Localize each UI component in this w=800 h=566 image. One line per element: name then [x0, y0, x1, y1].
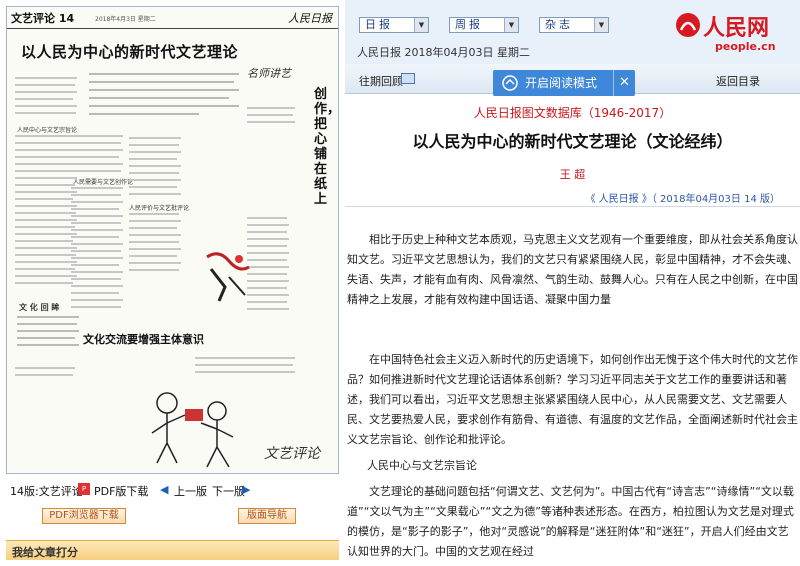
article-source: 《 人民日报 》（ 2018年04月03日 14 版） [585, 194, 780, 205]
history-dropdown-icon[interactable] [401, 73, 415, 84]
pdf-icon: P [78, 483, 90, 495]
page-label[interactable]: 14版:文艺评论 [10, 483, 83, 499]
article-body: 相比于历史上种种文艺本质观，马克思主义文艺观有一个重要维度，即从社会关系角度认知… [345, 230, 800, 566]
rating-label: 我给文章打分 [12, 546, 78, 559]
paper-illustration-icon [206, 252, 250, 302]
chevron-down-icon: ▼ [594, 18, 608, 32]
paper-date: 2018年4月3日 星期二 [95, 16, 156, 23]
people-logo[interactable]: 人民网 people.cn [675, 10, 795, 54]
dateline: 人民日报 2018年04月03日 星期二 [357, 46, 530, 59]
article-section-heading: 人民中心与文艺宗旨论 [367, 459, 477, 472]
history-label[interactable]: 往期回顾 [359, 73, 403, 89]
prev-arrow-icon: ◀ [160, 483, 169, 496]
article-paragraph: 相比于历史上种种文艺本质观，马克思主义文艺观有一个重要维度，即从社会关系角度认知… [347, 233, 798, 306]
paper-logo: 人民日报 [288, 12, 332, 25]
article-panel: 日报 ▼ 周报 ▼ 杂志 ▼ 人民日报 2018年04月03日 星期二 人民网 peo… [345, 0, 800, 566]
back-to-directory-link[interactable]: 返回目录 [716, 73, 760, 89]
button-row: PDF浏览器下载 版面导航 [6, 508, 339, 528]
paper-column-logo: 名师讲艺 [247, 67, 291, 80]
close-icon[interactable]: ✕ [613, 70, 635, 96]
pdf-download-link[interactable]: PDF版下载 [94, 483, 148, 499]
paper-cartoon-icon [151, 392, 234, 468]
article-title: 以人民为中心的新时代文艺理论（文论经纬） [412, 132, 733, 151]
article-author: 王 超 [559, 168, 586, 181]
paper-box: 文 化 回 眸 [17, 302, 87, 362]
paper-headline[interactable]: 以人民为中心的新时代文艺理论 [21, 41, 238, 62]
prev-page-link[interactable]: 上一版 [174, 483, 207, 499]
article-paragraph: 文艺理论的基础问题包括“何谓文艺、文艺何为”。中国古代有“诗言志”“诗缘情”“文… [347, 485, 794, 558]
sub-bar: 往期回顾 开启阅读模式 ✕ 返回目录 [345, 64, 800, 96]
next-page-link[interactable]: 下一版 [212, 483, 245, 499]
chevron-down-icon: ▼ [414, 18, 428, 32]
magazine-select[interactable]: 杂志 ▼ [539, 17, 609, 33]
read-mode-icon [502, 75, 518, 91]
weekly-select[interactable]: 周报 ▼ [449, 17, 519, 33]
chevron-down-icon: ▼ [504, 18, 518, 32]
paper-header: 文艺评论 14 2018年4月3日 星期二 人民日报 [7, 7, 338, 29]
rating-bar: 我给文章打分 [6, 540, 339, 560]
left-panel: 文艺评论 14 2018年4月3日 星期二 人民日报 以人民为中心的新时代文艺理… [0, 0, 345, 566]
pdf-browser-download-button[interactable]: PDF浏览器下载 [42, 508, 126, 524]
paper-sub-headline[interactable]: 文化交流要增强主体意识 [83, 331, 204, 347]
newspaper-page-image[interactable]: 文艺评论 14 2018年4月3日 星期二 人民日报 以人民为中心的新时代文艺理… [6, 6, 339, 474]
top-bar: 日报 ▼ 周报 ▼ 杂志 ▼ 人民日报 2018年04月03日 星期二 人民网 peo… [345, 0, 800, 64]
read-mode-button[interactable]: 开启阅读模式 ✕ [493, 70, 635, 96]
article-paragraph: 在中国特色社会主义迈入新时代的历史语境下，如何创作出无愧于这个伟大时代的文艺作品… [347, 353, 798, 446]
divider [345, 206, 800, 207]
paper-section: 文艺评论 14 [11, 12, 75, 25]
daily-select[interactable]: 日报 ▼ [359, 17, 429, 33]
next-arrow-icon: ▶ [242, 483, 251, 496]
page-nav: 14版:文艺评论 P PDF版下载 ◀ 上一版 下一版 ▶ [6, 480, 339, 498]
paper-corner-mark: 文艺评论 [264, 446, 320, 462]
paper-vertical-title: 创作，把心铺在纸上 [314, 87, 339, 207]
layout-nav-button[interactable]: 版面导航 [238, 508, 296, 524]
people-logo-icon [676, 13, 700, 37]
database-title[interactable]: 人民日报图文数据库（1946-2017） [345, 104, 800, 121]
